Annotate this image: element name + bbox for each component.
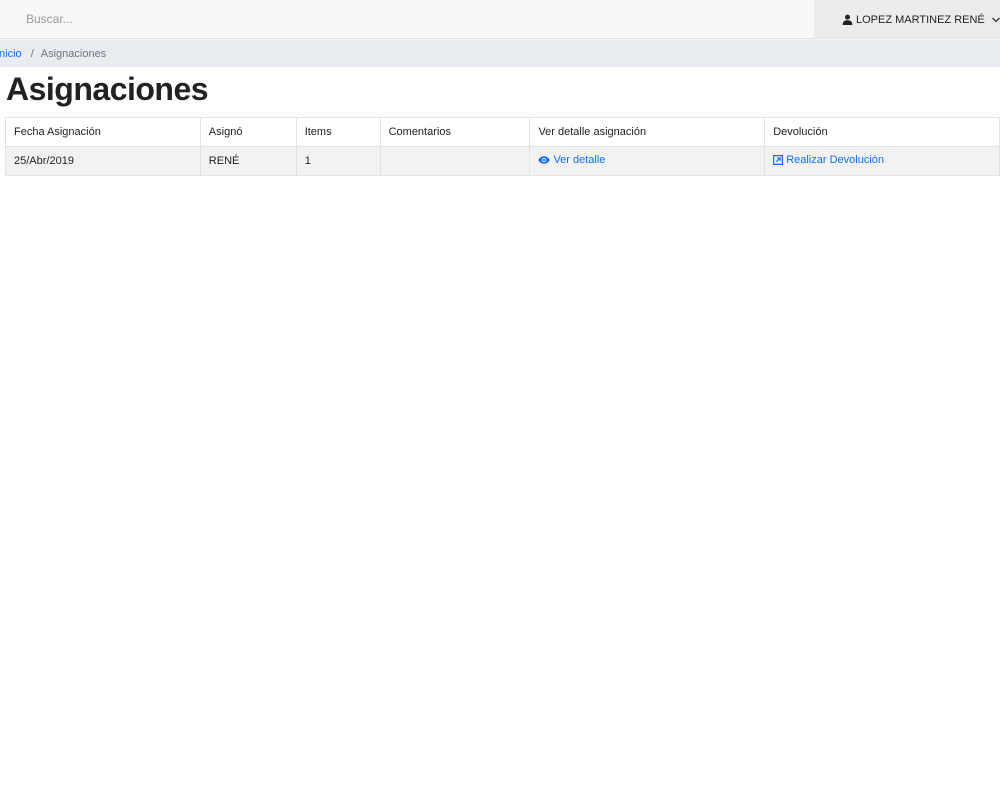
chevron-down-icon	[991, 15, 1000, 25]
cell-items: 1	[295, 146, 381, 176]
user-menu-button[interactable]: LOPEZ MARTINEZ RENÉ	[814, 0, 1000, 39]
assignments-table: Fecha Asignación Asignó Items Comentario…	[5, 117, 1000, 176]
table-row: 25/Abr/2019 RENÉ 1 Ver detalle Realizar …	[5, 146, 1000, 176]
realizar-devolucion-label: Realizar Devolución	[786, 154, 885, 166]
ver-detalle-link[interactable]: Ver detalle	[538, 154, 605, 166]
header-ver-detalle: Ver detalle asignación	[529, 117, 766, 147]
page-title: Asignaciones	[6, 71, 209, 107]
breadcrumb-home-link[interactable]: Inicio	[0, 48, 22, 60]
header-comentarios: Comentarios	[379, 117, 531, 147]
header-devolucion: Devolución	[764, 117, 1000, 147]
cell-comentarios	[379, 146, 531, 176]
table-header-row: Fecha Asignación Asignó Items Comentario…	[5, 117, 1000, 147]
header-fecha-asignacion: Fecha Asignación	[5, 117, 201, 147]
realizar-devolucion-link[interactable]: Realizar Devolución	[773, 154, 884, 166]
cell-fecha: 25/Abr/2019	[5, 146, 201, 176]
top-navbar: LOPEZ MARTINEZ RENÉ	[0, 0, 1000, 39]
breadcrumb-current: Asignaciones	[40, 47, 107, 60]
external-link-icon	[773, 155, 784, 165]
header-asigno: Asignó	[199, 117, 297, 147]
ver-detalle-label: Ver detalle	[553, 154, 606, 166]
cell-asigno: RENÉ	[199, 146, 297, 176]
breadcrumb-separator: /	[30, 47, 34, 60]
breadcrumb: Inicio / Asignaciones	[0, 40, 1000, 67]
header-items: Items	[295, 117, 381, 147]
search-input[interactable]	[14, 4, 794, 34]
user-icon	[842, 14, 853, 25]
cell-devolucion: Realizar Devolución	[764, 146, 1000, 176]
eye-icon	[538, 156, 551, 164]
cell-ver-detalle: Ver detalle	[529, 146, 766, 176]
user-name: LOPEZ MARTINEZ RENÉ	[856, 13, 985, 26]
